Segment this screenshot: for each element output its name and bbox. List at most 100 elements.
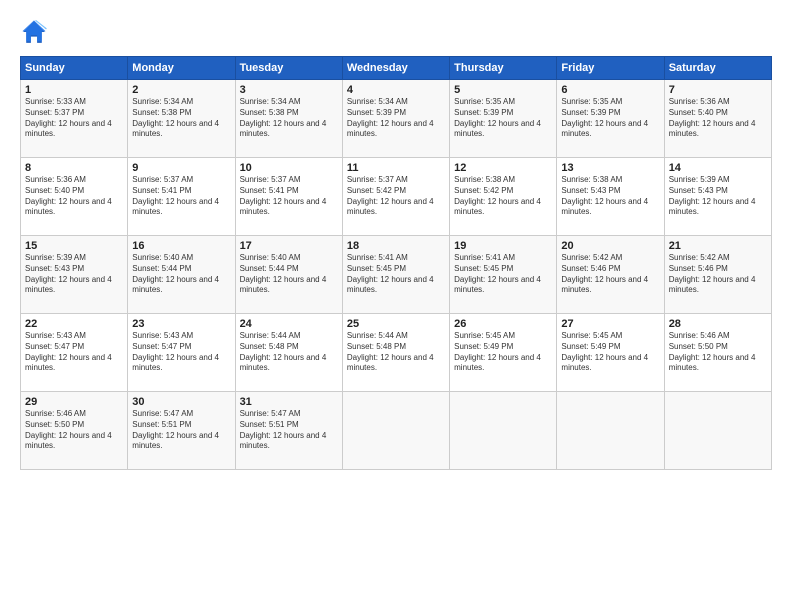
- calendar-cell: 14Sunrise: 5:39 AMSunset: 5:43 PMDayligh…: [664, 158, 771, 236]
- cell-info: Sunset: 5:47 PM: [25, 342, 123, 353]
- cell-info: Sunset: 5:37 PM: [25, 108, 123, 119]
- calendar-cell: 11Sunrise: 5:37 AMSunset: 5:42 PMDayligh…: [342, 158, 449, 236]
- cell-info: Daylight: 12 hours and 4 minutes.: [561, 353, 659, 375]
- day-number: 22: [25, 318, 123, 330]
- calendar-week-row: 22Sunrise: 5:43 AMSunset: 5:47 PM Dayligh…: [21, 314, 772, 392]
- cell-info: Sunrise: 5:43 AM: [25, 331, 123, 342]
- cell-info: Sunrise: 5:41 AM: [347, 253, 445, 264]
- cell-info: Sunset: 5:50 PM: [25, 420, 123, 431]
- day-number: 24: [240, 318, 338, 330]
- cell-info: Sunset: 5:42 PM: [347, 186, 445, 197]
- calendar-cell: 12Sunrise: 5:38 AMSunset: 5:42 PMDayligh…: [450, 158, 557, 236]
- header: [20, 18, 772, 46]
- cell-info: Daylight: 12 hours and 4 minutes.: [561, 197, 659, 219]
- day-number: 8: [25, 162, 123, 174]
- cell-info: Sunrise: 5:47 AM: [132, 409, 230, 420]
- day-number: 28: [669, 318, 767, 330]
- calendar-table: SundayMondayTuesdayWednesdayThursdayFrid…: [20, 56, 772, 470]
- cell-info: Sunrise: 5:44 AM: [347, 331, 445, 342]
- calendar-cell: 3Sunrise: 5:34 AMSunset: 5:38 PMDaylight…: [235, 80, 342, 158]
- day-number: 30: [132, 396, 230, 408]
- weekday-header-row: SundayMondayTuesdayWednesdayThursdayFrid…: [21, 57, 772, 80]
- page: SundayMondayTuesdayWednesdayThursdayFrid…: [0, 0, 792, 612]
- calendar-cell: 7Sunrise: 5:36 AMSunset: 5:40 PMDaylight…: [664, 80, 771, 158]
- cell-info: Daylight: 12 hours and 4 minutes.: [240, 353, 338, 375]
- cell-info: Daylight: 12 hours and 4 minutes.: [25, 431, 123, 453]
- day-number: 9: [132, 162, 230, 174]
- cell-info: Sunrise: 5:40 AM: [240, 253, 338, 264]
- day-number: 3: [240, 84, 338, 96]
- calendar-cell: 30Sunrise: 5:47 AMSunset: 5:51 PMDayligh…: [128, 392, 235, 470]
- cell-info: Sunset: 5:41 PM: [240, 186, 338, 197]
- calendar-cell: 4Sunrise: 5:34 AMSunset: 5:39 PMDaylight…: [342, 80, 449, 158]
- cell-info: Sunset: 5:45 PM: [347, 264, 445, 275]
- calendar-week-row: 8Sunrise: 5:36 AMSunset: 5:40 PMDaylight…: [21, 158, 772, 236]
- cell-info: Daylight: 12 hours and 4 minutes.: [669, 119, 767, 141]
- calendar-cell: [450, 392, 557, 470]
- day-number: 6: [561, 84, 659, 96]
- calendar-cell: 22Sunrise: 5:43 AMSunset: 5:47 PMDayligh…: [21, 314, 128, 392]
- weekday-header: Wednesday: [342, 57, 449, 80]
- calendar-cell: 17Sunrise: 5:40 AMSunset: 5:44 PMDayligh…: [235, 236, 342, 314]
- cell-info: Sunrise: 5:34 AM: [347, 97, 445, 108]
- cell-info: Sunrise: 5:46 AM: [25, 409, 123, 420]
- calendar-cell: 25Sunrise: 5:44 AMSunset: 5:48 PMDayligh…: [342, 314, 449, 392]
- cell-info: Sunrise: 5:39 AM: [669, 175, 767, 186]
- cell-info: Daylight: 12 hours and 4 minutes.: [669, 353, 767, 375]
- weekday-header: Monday: [128, 57, 235, 80]
- day-number: 23: [132, 318, 230, 330]
- cell-info: Sunset: 5:43 PM: [561, 186, 659, 197]
- day-number: 11: [347, 162, 445, 174]
- cell-info: Sunset: 5:44 PM: [132, 264, 230, 275]
- cell-info: Sunset: 5:39 PM: [561, 108, 659, 119]
- cell-info: Sunrise: 5:34 AM: [132, 97, 230, 108]
- calendar-cell: 2Sunrise: 5:34 AMSunset: 5:38 PMDaylight…: [128, 80, 235, 158]
- calendar-cell: 15Sunrise: 5:39 AMSunset: 5:43 PMDayligh…: [21, 236, 128, 314]
- day-number: 13: [561, 162, 659, 174]
- calendar-cell: [342, 392, 449, 470]
- cell-info: Sunrise: 5:35 AM: [454, 97, 552, 108]
- cell-info: Daylight: 12 hours and 4 minutes.: [25, 119, 123, 141]
- cell-info: Sunset: 5:49 PM: [454, 342, 552, 353]
- day-number: 18: [347, 240, 445, 252]
- cell-info: Sunset: 5:40 PM: [669, 108, 767, 119]
- cell-info: Daylight: 12 hours and 4 minutes.: [347, 353, 445, 375]
- cell-info: Sunset: 5:49 PM: [561, 342, 659, 353]
- cell-info: Sunrise: 5:44 AM: [240, 331, 338, 342]
- cell-info: Sunset: 5:43 PM: [669, 186, 767, 197]
- weekday-header: Friday: [557, 57, 664, 80]
- calendar-week-row: 1Sunrise: 5:33 AMSunset: 5:37 PMDaylight…: [21, 80, 772, 158]
- calendar-cell: 19Sunrise: 5:41 AMSunset: 5:45 PMDayligh…: [450, 236, 557, 314]
- cell-info: Sunrise: 5:42 AM: [669, 253, 767, 264]
- day-number: 19: [454, 240, 552, 252]
- cell-info: Sunset: 5:51 PM: [132, 420, 230, 431]
- calendar-cell: 13Sunrise: 5:38 AMSunset: 5:43 PMDayligh…: [557, 158, 664, 236]
- cell-info: Sunrise: 5:45 AM: [561, 331, 659, 342]
- day-number: 2: [132, 84, 230, 96]
- cell-info: Sunrise: 5:37 AM: [240, 175, 338, 186]
- cell-info: Daylight: 12 hours and 4 minutes.: [454, 197, 552, 219]
- calendar-cell: 8Sunrise: 5:36 AMSunset: 5:40 PMDaylight…: [21, 158, 128, 236]
- day-number: 14: [669, 162, 767, 174]
- cell-info: Sunrise: 5:46 AM: [669, 331, 767, 342]
- cell-info: Daylight: 12 hours and 4 minutes.: [454, 275, 552, 297]
- calendar-cell: 23Sunrise: 5:43 AMSunset: 5:47 PMDayligh…: [128, 314, 235, 392]
- weekday-header: Saturday: [664, 57, 771, 80]
- cell-info: Sunset: 5:40 PM: [25, 186, 123, 197]
- cell-info: Daylight: 12 hours and 4 minutes.: [132, 353, 230, 375]
- calendar-cell: 29Sunrise: 5:46 AMSunset: 5:50 PMDayligh…: [21, 392, 128, 470]
- calendar-cell: 18Sunrise: 5:41 AMSunset: 5:45 PMDayligh…: [342, 236, 449, 314]
- calendar-cell: 31Sunrise: 5:47 AMSunset: 5:51 PMDayligh…: [235, 392, 342, 470]
- cell-info: Daylight: 12 hours and 4 minutes.: [25, 275, 123, 297]
- calendar-cell: 21Sunrise: 5:42 AMSunset: 5:46 PMDayligh…: [664, 236, 771, 314]
- day-number: 21: [669, 240, 767, 252]
- day-number: 25: [347, 318, 445, 330]
- cell-info: Sunrise: 5:38 AM: [454, 175, 552, 186]
- cell-info: Sunrise: 5:34 AM: [240, 97, 338, 108]
- cell-info: Daylight: 12 hours and 4 minutes.: [132, 431, 230, 453]
- calendar-cell: 1Sunrise: 5:33 AMSunset: 5:37 PMDaylight…: [21, 80, 128, 158]
- logo-icon: [20, 18, 48, 46]
- calendar-week-row: 15Sunrise: 5:39 AMSunset: 5:43 PMDayligh…: [21, 236, 772, 314]
- cell-info: Sunset: 5:42 PM: [454, 186, 552, 197]
- cell-info: Sunrise: 5:33 AM: [25, 97, 123, 108]
